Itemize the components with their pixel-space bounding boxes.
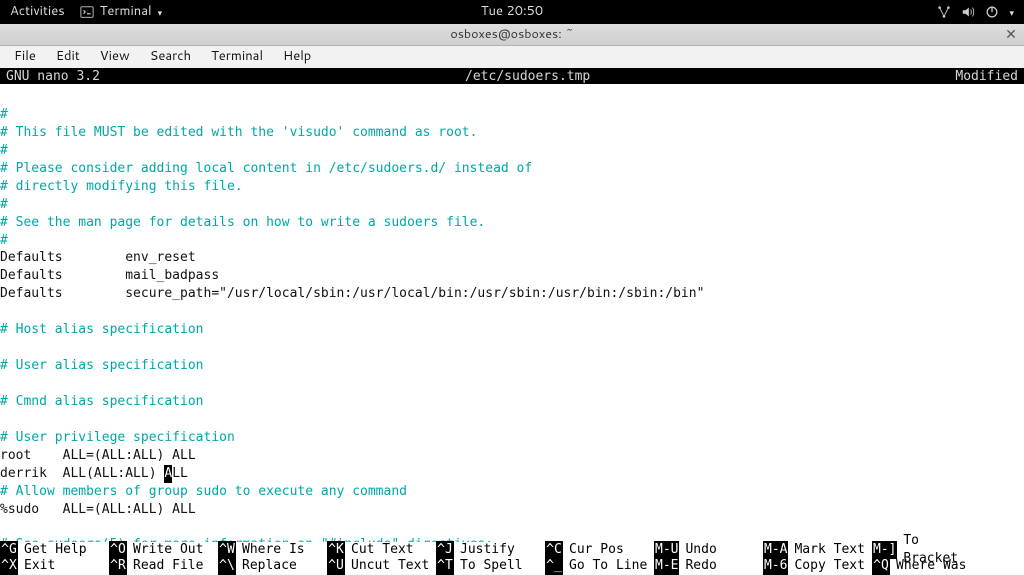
editor-line: # This file MUST be edited with the 'vis…: [0, 125, 477, 140]
nano-state: Modified: [955, 68, 1018, 84]
shortcut: ^_Go To Line: [545, 558, 654, 574]
shortcut: M-ERedo: [654, 558, 763, 574]
shortcut-key: ^\: [218, 557, 236, 575]
shortcut: ^KCut Text: [327, 542, 436, 558]
shortcut: ^RRead File: [109, 558, 218, 574]
shortcut-key: ^T: [436, 557, 454, 575]
activities-button[interactable]: Activities: [10, 3, 65, 21]
shortcut-key: ^Q: [872, 557, 890, 575]
shortcut-key: M-6: [763, 557, 788, 575]
menu-file[interactable]: File: [6, 46, 44, 68]
shortcut-key: M-E: [654, 557, 679, 575]
editor-line: #: [0, 107, 8, 122]
shortcut-key: ^_: [545, 557, 563, 575]
editor-line: Defaults mail_badpass: [0, 268, 219, 283]
nano-shortcuts: ^GGet Help^OWrite Out^WWhere Is^KCut Tex…: [0, 542, 1024, 574]
network-icon[interactable]: [937, 5, 951, 19]
shortcut: ^TTo Spell: [436, 558, 545, 574]
shortcut: ^GGet Help: [0, 542, 109, 558]
editor-line: Defaults secure_path="/usr/local/sbin:/u…: [0, 286, 704, 301]
shortcut-label: Exit: [18, 557, 55, 575]
shortcut-label: Go To Line: [563, 557, 647, 575]
editor-line: derrik ALL(ALL:ALL) ALL: [0, 466, 188, 481]
close-icon: ✕: [1005, 25, 1017, 44]
shortcut: ^WWhere Is: [218, 542, 327, 558]
shortcut: ^JJustify: [436, 542, 545, 558]
shortcut-key: ^R: [109, 557, 127, 575]
menu-view[interactable]: View: [92, 46, 138, 68]
close-button[interactable]: ✕: [1003, 27, 1019, 43]
shortcut: ^UUncut Text: [327, 558, 436, 574]
editor-line: # Please consider adding local content i…: [0, 161, 532, 176]
shortcut-key: ^U: [327, 557, 345, 575]
editor-line: #: [0, 233, 8, 248]
shortcut: ^CCur Pos: [545, 542, 654, 558]
editor-line: # directly modifying this file.: [0, 179, 243, 194]
nano-version: GNU nano 3.2: [6, 68, 100, 84]
top-app-menu[interactable]: Terminal ▾: [80, 3, 162, 21]
window-title: osboxes@osboxes: ~: [450, 26, 573, 43]
menu-terminal[interactable]: Terminal: [203, 46, 271, 68]
nano-editor[interactable]: # # This file MUST be edited with the 'v…: [0, 84, 1024, 542]
nano-filename: /etc/sudoers.tmp: [100, 68, 955, 84]
shortcut: ^\Replace: [218, 558, 327, 574]
shortcut-label: Uncut Text: [345, 557, 429, 575]
shortcut: M-]To Bracket: [872, 542, 981, 558]
shortcut-label: Replace: [236, 557, 297, 575]
editor-line: root ALL=(ALL:ALL) ALL: [0, 448, 196, 463]
menu-search[interactable]: Search: [142, 46, 199, 68]
shortcut-label: Copy Text: [788, 557, 864, 575]
menu-edit[interactable]: Edit: [48, 46, 88, 68]
shortcut: M-AMark Text: [763, 542, 872, 558]
shortcut: M-UUndo: [654, 542, 763, 558]
editor-line: # User privilege specification: [0, 430, 235, 445]
terminal-menubar: File Edit View Search Terminal Help: [0, 46, 1024, 68]
editor-line: Defaults env_reset: [0, 250, 196, 265]
editor-line: # User alias specification: [0, 358, 204, 373]
system-menu-arrow-icon[interactable]: ▾: [1009, 7, 1014, 19]
volume-icon[interactable]: [961, 5, 975, 19]
shortcut-key: ^X: [0, 557, 18, 575]
editor-line: # Cmnd alias specification: [0, 394, 204, 409]
top-app-name: Terminal: [100, 3, 152, 21]
shortcut: ^XExit: [0, 558, 109, 574]
editor-line: #: [0, 143, 8, 158]
nano-header: GNU nano 3.2 /etc/sudoers.tmp Modified: [0, 68, 1024, 84]
shortcut-label: Read File: [127, 557, 203, 575]
editor-line: #: [0, 197, 8, 212]
shortcut-label: Redo: [679, 557, 716, 575]
shortcut: ^QWhere Was: [872, 558, 981, 574]
shortcut-label: Where Was: [890, 557, 966, 575]
shortcut: M-6Copy Text: [763, 558, 872, 574]
gnome-top-bar: Activities Terminal ▾ Tue 20:50 ▾: [0, 0, 1024, 24]
chevron-down-icon: ▾: [158, 7, 163, 19]
power-icon[interactable]: [985, 5, 999, 19]
menu-help[interactable]: Help: [275, 46, 319, 68]
editor-line: %sudo ALL=(ALL:ALL) ALL: [0, 502, 196, 517]
shortcut: ^OWrite Out: [109, 542, 218, 558]
shortcut-label: To Spell: [454, 557, 523, 575]
editor-line: # See the man page for details on how to…: [0, 215, 485, 230]
editor-line: # Allow members of group sudo to execute…: [0, 484, 407, 499]
editor-line: # Host alias specification: [0, 322, 204, 337]
window-titlebar: osboxes@osboxes: ~ ✕: [0, 24, 1024, 46]
terminal-icon: [80, 5, 94, 19]
